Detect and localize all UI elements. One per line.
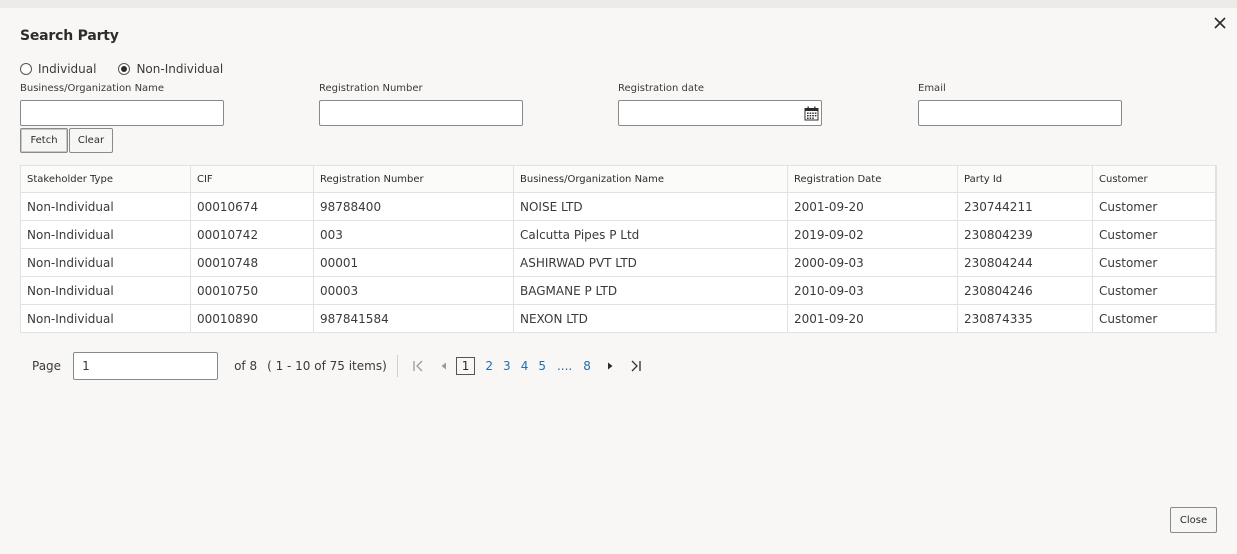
page-4-button[interactable]: 4	[521, 359, 529, 373]
radio-non-individual-label: Non-Individual	[136, 62, 224, 76]
cell-party-id: 230804239	[958, 221, 1093, 248]
page-label: Page	[32, 359, 62, 373]
column-header-business-name[interactable]: Business/Organization Name	[514, 166, 788, 192]
radio-circle-checked-icon[interactable]	[118, 63, 131, 75]
cell-registration-date: 2010-09-03	[788, 277, 958, 304]
radio-non-individual[interactable]: Non-Individual	[118, 62, 223, 76]
cell-stakeholder-type: Non-Individual	[21, 277, 191, 304]
email-input[interactable]	[918, 100, 1122, 126]
cell-registration-date: 2000-09-03	[788, 249, 958, 276]
table-row[interactable]: Non-Individual 00010890 987841584 NEXON …	[21, 305, 1216, 332]
cell-business-name: BAGMANE P LTD	[514, 277, 788, 304]
table-header-row: Stakeholder Type CIF Registration Number…	[21, 166, 1216, 193]
column-header-registration-number[interactable]: Registration Number	[314, 166, 514, 192]
table-row[interactable]: Non-Individual 00010742 003 Calcutta Pip…	[21, 221, 1216, 249]
cell-registration-number: 987841584	[314, 305, 514, 332]
cell-customer: Customer	[1093, 249, 1216, 276]
table-row[interactable]: Non-Individual 00010674 98788400 NOISE L…	[21, 193, 1216, 221]
email-label: Email	[918, 83, 946, 94]
cell-business-name: ASHIRWAD PVT LTD	[514, 249, 788, 276]
page-ellipsis: ....	[556, 359, 573, 373]
cell-business-name: NEXON LTD	[514, 305, 788, 332]
search-results-table: Stakeholder Type CIF Registration Number…	[20, 165, 1217, 333]
column-header-party-id[interactable]: Party Id	[958, 166, 1093, 192]
table-row[interactable]: Non-Individual 00010750 00003 BAGMANE P …	[21, 277, 1216, 305]
cell-party-id: 230874335	[958, 305, 1093, 332]
radio-individual[interactable]: Individual	[20, 62, 96, 76]
table-row[interactable]: Non-Individual 00010748 00001 ASHIRWAD P…	[21, 249, 1216, 277]
cell-stakeholder-type: Non-Individual	[21, 221, 191, 248]
page-count-text: of 8	[234, 359, 258, 373]
last-page-icon[interactable]	[626, 356, 646, 376]
cell-customer: Customer	[1093, 305, 1216, 332]
pagination-bar: Page 1 of 8 ( 1 - 10 of 75 items) 1 2 3 …	[32, 352, 646, 380]
cell-registration-date: 2001-09-20	[788, 193, 958, 220]
radio-individual-label: Individual	[38, 62, 97, 76]
dialog-title: Search Party	[20, 28, 119, 44]
cell-registration-number: 98788400	[314, 193, 514, 220]
cell-stakeholder-type: Non-Individual	[21, 305, 191, 332]
items-range-text: ( 1 - 10 of 75 items)	[267, 359, 387, 373]
radio-circle-icon[interactable]	[20, 63, 32, 75]
previous-page-icon[interactable]	[434, 356, 454, 376]
registration-date-input[interactable]	[618, 100, 822, 126]
cell-stakeholder-type: Non-Individual	[21, 249, 191, 276]
cell-cif: 00010750	[191, 277, 314, 304]
next-page-icon[interactable]	[600, 356, 620, 376]
close-button[interactable]: Close	[1170, 507, 1217, 533]
cell-business-name: NOISE LTD	[514, 193, 788, 220]
column-header-stakeholder-type[interactable]: Stakeholder Type	[21, 166, 191, 192]
cell-customer: Customer	[1093, 221, 1216, 248]
first-page-icon[interactable]	[408, 356, 428, 376]
cell-cif: 00010674	[191, 193, 314, 220]
cell-customer: Customer	[1093, 277, 1216, 304]
cell-registration-date: 2019-09-02	[788, 221, 958, 248]
business-name-input[interactable]	[20, 100, 224, 126]
cell-party-id: 230804244	[958, 249, 1093, 276]
top-strip	[0, 0, 1237, 8]
page-1-button[interactable]: 1	[455, 357, 476, 375]
cell-cif: 00010742	[191, 221, 314, 248]
cell-stakeholder-type: Non-Individual	[21, 193, 191, 220]
cell-registration-date: 2001-09-20	[788, 305, 958, 332]
cell-cif: 00010890	[191, 305, 314, 332]
cell-party-id: 230804246	[958, 277, 1093, 304]
cell-cif: 00010748	[191, 249, 314, 276]
fetch-button[interactable]: Fetch	[20, 128, 68, 153]
page-3-button[interactable]: 3	[503, 359, 511, 373]
cell-registration-number: 00003	[314, 277, 514, 304]
cell-business-name: Calcutta Pipes P Ltd	[514, 221, 788, 248]
page-5-button[interactable]: 5	[538, 359, 546, 373]
cell-customer: Customer	[1093, 193, 1216, 220]
registration-number-input[interactable]	[319, 100, 523, 126]
column-header-registration-date[interactable]: Registration Date	[788, 166, 958, 192]
party-type-radio-group: Individual Non-Individual	[20, 62, 245, 76]
registration-date-label: Registration date	[618, 83, 705, 94]
cell-party-id: 230744211	[958, 193, 1093, 220]
close-icon[interactable]	[1211, 14, 1229, 32]
page-8-button[interactable]: 8	[583, 359, 591, 373]
registration-number-label: Registration Number	[319, 83, 423, 94]
business-name-label: Business/Organization Name	[20, 83, 165, 94]
pager-separator	[396, 355, 398, 377]
page-number-input[interactable]: 1	[73, 352, 219, 380]
clear-button[interactable]: Clear	[69, 128, 113, 153]
calendar-icon[interactable]	[804, 106, 819, 121]
cell-registration-number: 00001	[314, 249, 514, 276]
column-header-cif[interactable]: CIF	[191, 166, 314, 192]
page-2-button[interactable]: 2	[485, 359, 493, 373]
cell-registration-number: 003	[314, 221, 514, 248]
column-header-customer[interactable]: Customer	[1093, 166, 1216, 192]
